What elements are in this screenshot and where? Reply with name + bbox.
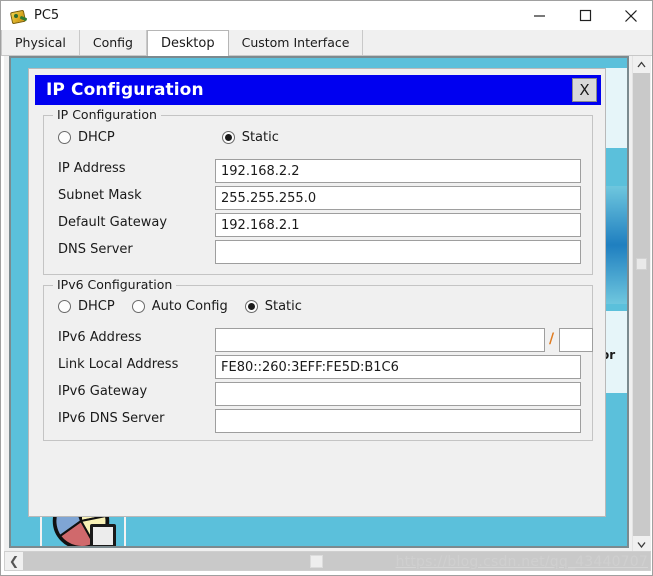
ipv6-prefix-length-input[interactable] — [559, 328, 593, 352]
vertical-scroll-thumb[interactable] — [636, 258, 647, 270]
tab-config[interactable]: Config — [79, 30, 147, 55]
ipv6-configuration-group: IPv6 Configuration DHCP Auto Config Stat… — [43, 277, 593, 441]
maximize-button[interactable] — [562, 1, 608, 30]
ipv6-gateway-input[interactable] — [215, 382, 581, 406]
field-link-local-address: Link Local Address FE80::260:3EFF:FE5D:B… — [58, 355, 581, 379]
subnet-mask-input[interactable]: 255.255.255.0 — [215, 186, 581, 210]
field-dns-server: DNS Server — [58, 240, 581, 264]
ipv6-group-legend: IPv6 Configuration — [53, 277, 177, 292]
device-icon — [9, 7, 28, 25]
ipv4-radio-static-label: Static — [241, 130, 279, 145]
ipv4-configuration-group: IP Configuration DHCP Static IP Address — [43, 107, 593, 275]
pie-chart-monitor-glyph — [90, 524, 116, 546]
dialog-title-text: IP Configuration — [46, 80, 204, 100]
field-ipv6-gateway-label: IPv6 Gateway — [58, 384, 148, 399]
ip-configuration-dialog: IP Configuration X IP Configuration DHCP… — [28, 68, 606, 517]
window-titlebar: PC5 — [1, 1, 652, 30]
desktop-canvas: or IP Configuration X IP Configuration D… — [9, 56, 629, 548]
ipv4-radio-static[interactable]: Static — [221, 130, 279, 145]
dialog-titlebar: IP Configuration X — [35, 75, 601, 105]
tab-custom-interface[interactable]: Custom Interface — [228, 30, 364, 55]
tab-physical[interactable]: Physical — [1, 30, 80, 55]
window-controls — [516, 1, 652, 30]
desktop-panel: or IP Configuration X IP Configuration D… — [4, 56, 651, 553]
close-button[interactable] — [608, 1, 652, 30]
field-default-gateway: Default Gateway 192.168.2.1 — [58, 213, 581, 237]
field-subnet-mask-label: Subnet Mask — [58, 188, 142, 203]
device-tabbar: Physical Config Desktop Custom Interface — [1, 30, 652, 56]
field-ip-address-label: IP Address — [58, 161, 126, 176]
scroll-left-arrow-icon[interactable]: ❮ — [5, 552, 23, 570]
ipv6-prefix-separator: / — [549, 331, 555, 347]
ipv4-mode-radiogroup: DHCP Static — [58, 130, 283, 145]
window-title: PC5 — [34, 8, 60, 23]
ipv4-group-legend: IP Configuration — [53, 107, 161, 122]
horizontal-scrollbar[interactable]: ❮ — [4, 551, 651, 571]
field-ipv6-gateway: IPv6 Gateway — [58, 382, 581, 406]
packet-tracer-device-window: PC5 Physical Config Desktop Custom Inter… — [0, 0, 653, 576]
field-link-local-address-label: Link Local Address — [58, 357, 179, 372]
ipv4-radio-dhcp[interactable]: DHCP — [58, 130, 115, 145]
horizontal-scroll-track[interactable] — [23, 552, 650, 570]
ipv6-dns-server-input[interactable] — [215, 409, 581, 433]
field-ipv6-address-label: IPv6 Address — [58, 330, 142, 345]
radio-circle-icon — [58, 300, 71, 313]
ipv6-radio-dhcp[interactable]: DHCP — [58, 299, 115, 314]
field-subnet-mask: Subnet Mask 255.255.255.0 — [58, 186, 581, 210]
minimize-button[interactable] — [516, 1, 562, 30]
ipv6-address-input[interactable] — [215, 328, 545, 352]
ipv6-radio-auto-config-label: Auto Config — [151, 299, 228, 314]
radio-circle-selected-icon — [221, 131, 235, 144]
horizontal-scroll-thumb[interactable] — [310, 555, 323, 568]
tab-desktop[interactable]: Desktop — [146, 30, 229, 56]
ipv4-radio-dhcp-label: DHCP — [78, 130, 115, 145]
field-ipv6-address: IPv6 Address / — [58, 328, 593, 352]
ipv6-mode-radiogroup: DHCP Auto Config Static — [58, 299, 306, 314]
radio-circle-icon — [131, 300, 145, 313]
field-dns-server-label: DNS Server — [58, 242, 133, 257]
field-default-gateway-label: Default Gateway — [58, 215, 168, 230]
vertical-scrollbar[interactable] — [632, 56, 650, 553]
default-gateway-input[interactable]: 192.168.2.1 — [215, 213, 581, 237]
ip-address-input[interactable]: 192.168.2.2 — [215, 159, 581, 183]
field-ipv6-dns-server: IPv6 DNS Server — [58, 409, 581, 433]
ipv6-radio-static-label: Static — [264, 299, 302, 314]
dns-server-input[interactable] — [215, 240, 581, 264]
vertical-scroll-track[interactable] — [633, 73, 650, 536]
radio-circle-icon — [58, 131, 71, 144]
ipv6-radio-auto-config[interactable]: Auto Config — [131, 299, 228, 314]
dialog-close-button[interactable]: X — [572, 78, 597, 102]
scroll-up-arrow-icon[interactable] — [633, 56, 650, 73]
ipv6-radio-dhcp-label: DHCP — [78, 299, 115, 314]
link-local-address-input[interactable]: FE80::260:3EFF:FE5D:B1C6 — [215, 355, 581, 379]
field-ip-address: IP Address 192.168.2.2 — [58, 159, 581, 183]
ipv6-radio-static[interactable]: Static — [244, 299, 302, 314]
radio-circle-selected-icon — [244, 300, 258, 313]
field-ipv6-dns-server-label: IPv6 DNS Server — [58, 411, 165, 426]
